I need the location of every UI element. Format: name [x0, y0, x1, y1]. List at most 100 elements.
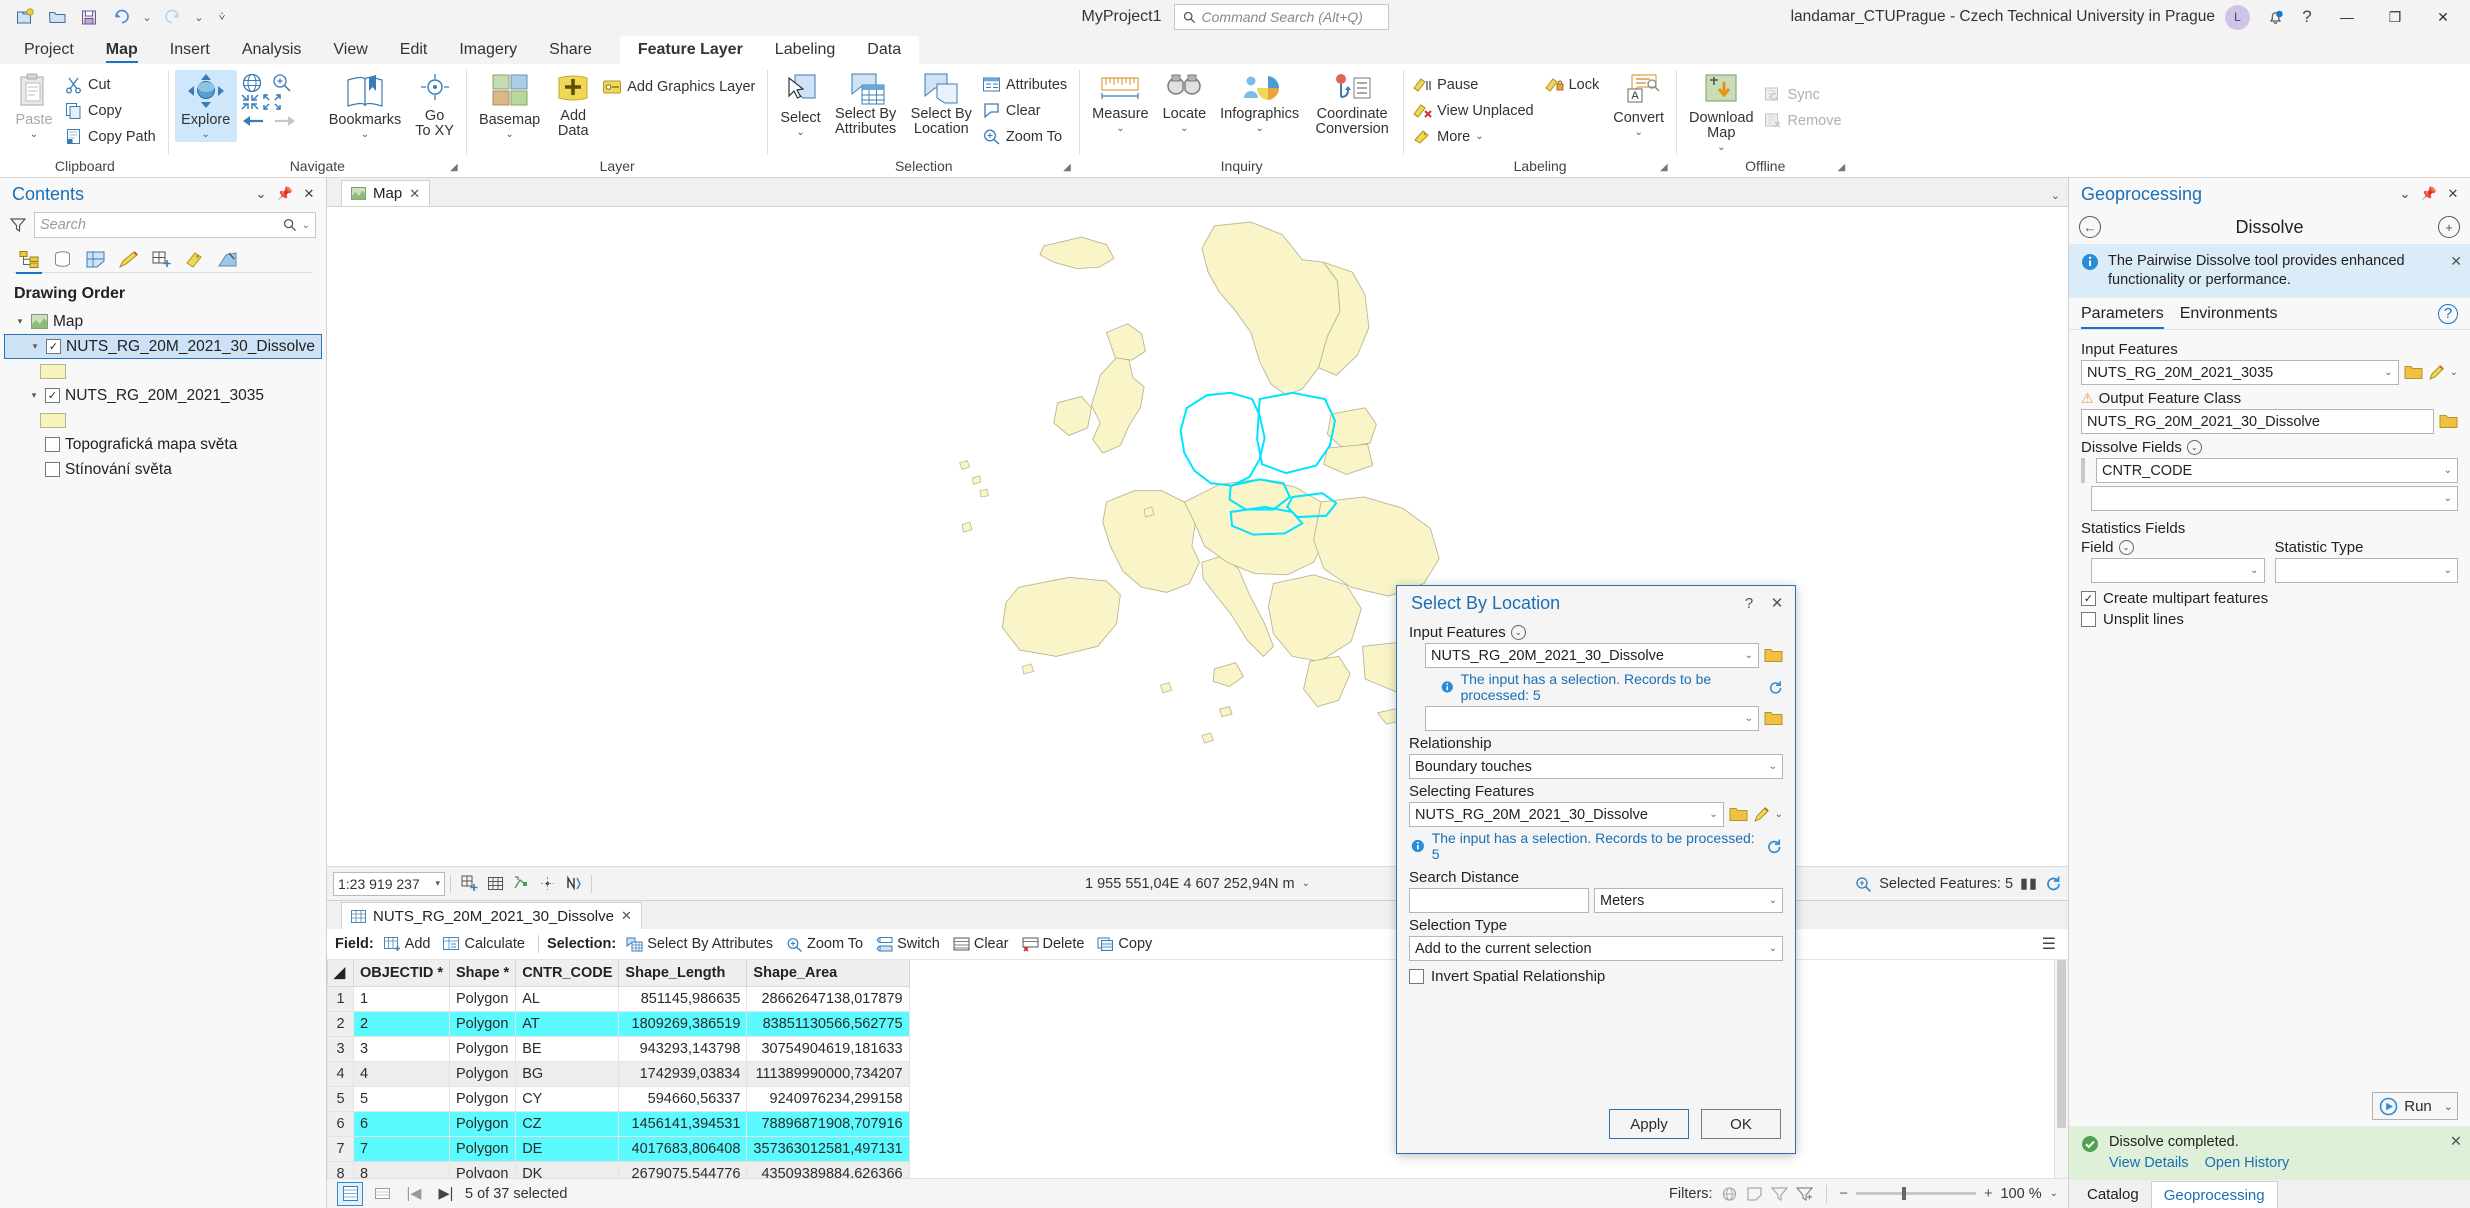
save-project-icon[interactable] — [76, 5, 102, 29]
convert-labels-button[interactable]: A Convert ⌄ — [1607, 70, 1670, 140]
cell-objectid[interactable]: 4 — [353, 1060, 450, 1087]
zoom-out-button[interactable]: − — [1840, 1186, 1848, 1202]
list-by-editing-icon[interactable] — [113, 245, 143, 273]
expander-icon[interactable]: ▾ — [29, 341, 41, 352]
geoprocessing-pin-icon[interactable]: 📌 — [2418, 183, 2440, 205]
calculate-field-button[interactable]: Calculate — [438, 934, 529, 954]
attribute-table-tab[interactable]: NUTS_RG_20M_2021_30_Dissolve ✕ — [341, 902, 642, 929]
expander-icon[interactable]: ▾ — [28, 390, 40, 401]
list-by-charts-icon[interactable] — [212, 245, 242, 273]
cell-cntr-code[interactable]: DE — [515, 1135, 620, 1162]
unsplit-lines-row[interactable]: Unsplit lines — [2081, 611, 2458, 628]
layer-visibility-checkbox[interactable] — [45, 462, 60, 477]
offline-dialog-launcher[interactable]: ◢ — [1838, 162, 1850, 174]
row-number[interactable]: 4 — [327, 1060, 354, 1087]
run-button[interactable]: Run ⌄ — [2372, 1092, 2458, 1120]
cell-shape-area[interactable]: 83851130566,562775 — [746, 1010, 910, 1037]
switch-selection-button[interactable]: Switch — [871, 934, 945, 954]
next-extent-icon[interactable] — [273, 112, 297, 130]
bookmarks-button[interactable]: Bookmarks ⌄ — [323, 70, 408, 142]
bookmarks-dropdown-caret[interactable]: ⌄ — [361, 129, 369, 140]
layer-symbol-swatch[interactable] — [40, 363, 66, 379]
filter-selection-icon[interactable] — [1746, 1186, 1763, 1202]
create-multipart-checkbox[interactable]: ✓ — [2081, 591, 2096, 606]
cell-objectid[interactable]: 7 — [353, 1135, 450, 1162]
browse-folder-icon[interactable] — [1729, 806, 1748, 823]
select-by-location-button[interactable]: Select By Location — [905, 70, 978, 139]
chevron-down-icon[interactable]: ⌄ — [1510, 625, 1526, 640]
bottom-tab-catalog[interactable]: Catalog — [2075, 1181, 2151, 1208]
cell-shape[interactable]: Polygon — [448, 1035, 517, 1062]
undo-dropdown-caret[interactable]: ⌄ — [140, 11, 154, 24]
previous-extent-icon[interactable] — [241, 112, 265, 130]
copy-path-button[interactable]: Copy Path — [62, 124, 162, 149]
cell-objectid[interactable]: 6 — [353, 1110, 450, 1137]
toc-item-nuts-3035[interactable]: ▾ ✓ NUTS_RG_20M_2021_3035 — [4, 383, 326, 408]
snapping-icon[interactable] — [508, 872, 534, 896]
labeling-dialog-launcher[interactable]: ◢ — [1660, 162, 1672, 174]
add-graphics-layer-button[interactable]: Add Graphics Layer — [600, 74, 761, 99]
column-header-shape[interactable]: Shape * — [448, 960, 517, 987]
cell-cntr-code[interactable]: DK — [515, 1160, 620, 1178]
cell-objectid[interactable]: 5 — [353, 1085, 450, 1112]
toc-item-nuts-dissolve[interactable]: ▾ ✓ NUTS_RG_20M_2021_30_Dissolve — [4, 334, 322, 359]
dialog-units-combobox[interactable]: Meters ⌄ — [1594, 888, 1783, 913]
more-labeling-dropdown-caret[interactable]: ⌄ — [1475, 131, 1483, 142]
basemap-dropdown-caret[interactable]: ⌄ — [505, 129, 513, 140]
previous-record-button[interactable]: |◀ — [401, 1182, 427, 1206]
pause-labeling-button[interactable]: Pause — [1410, 72, 1539, 97]
table-row[interactable]: 7 7 Polygon DE 4017683,806408 357363012581,49… — [327, 1135, 910, 1162]
cell-objectid[interactable]: 2 — [353, 1010, 450, 1037]
chevron-down-icon[interactable]: ⌄ — [2444, 565, 2452, 576]
table-options-icon[interactable]: ☰ — [2042, 934, 2060, 954]
close-result-message-icon[interactable]: ✕ — [2450, 1133, 2462, 1152]
map-scale-input[interactable]: 1:23 919 237 ▾ — [333, 871, 445, 896]
cell-shape[interactable]: Polygon — [448, 985, 517, 1012]
ribbon-tab-imagery[interactable]: Imagery — [443, 36, 533, 64]
table-view-button[interactable] — [337, 1181, 363, 1206]
select-button[interactable]: Select ⌄ — [774, 70, 826, 140]
cell-shape-area[interactable]: 357363012581,497131 — [746, 1135, 910, 1162]
view-unplaced-button[interactable]: View Unplaced — [1410, 98, 1539, 123]
download-map-button[interactable]: Download Map ⌄ — [1683, 70, 1760, 155]
bottom-tab-geoprocessing[interactable]: Geoprocessing — [2150, 1181, 2278, 1208]
tab-parameters[interactable]: Parameters — [2081, 298, 2164, 329]
ribbon-tab-feature-layer[interactable]: Feature Layer — [622, 36, 759, 64]
input-features-extra-caret[interactable]: ⌄ — [2450, 367, 2458, 378]
zoom-slider[interactable] — [1856, 1187, 1977, 1200]
view-details-link[interactable]: View Details — [2109, 1155, 2189, 1171]
ribbon-tab-data[interactable]: Data — [851, 36, 917, 64]
map-canvas[interactable] — [327, 207, 2068, 866]
chevron-down-icon[interactable]: ⌄ — [2384, 367, 2392, 378]
locate-button[interactable]: Locate ⌄ — [1157, 70, 1213, 136]
unsplit-lines-checkbox[interactable] — [2081, 612, 2096, 627]
contents-search-dropdown-caret[interactable]: ⌄ — [302, 220, 310, 231]
more-labeling-button[interactable]: More ⌄ — [1410, 124, 1539, 149]
cell-shape-length[interactable]: 1742939,03834 — [618, 1060, 748, 1087]
map-view-tab-close-icon[interactable]: ✕ — [409, 186, 420, 202]
cut-button[interactable]: Cut — [62, 72, 162, 97]
ribbon-tab-map[interactable]: Map — [90, 36, 154, 64]
restore-button[interactable]: ❐ — [2372, 0, 2418, 34]
zoom-in-button[interactable]: + — [1984, 1186, 1992, 1202]
filter-map-extent-icon[interactable] — [1721, 1186, 1738, 1202]
chevron-down-icon[interactable]: ⌄ — [1769, 895, 1777, 906]
browse-folder-icon[interactable] — [1764, 647, 1783, 664]
ribbon-tab-view[interactable]: View — [317, 36, 383, 64]
table-row[interactable]: 8 8 Polygon DK 2679075,544776 43509389884,626… — [327, 1160, 910, 1178]
grid-icon[interactable] — [482, 872, 508, 896]
chevron-down-icon[interactable]: ⌄ — [1769, 761, 1777, 772]
download-map-dropdown-caret[interactable]: ⌄ — [1717, 142, 1725, 153]
chevron-down-icon[interactable]: ⌄ — [2118, 540, 2134, 555]
geoprocessing-close-icon[interactable]: ✕ — [2442, 183, 2464, 205]
list-by-drawing-order-icon[interactable] — [14, 245, 44, 274]
browse-folder-icon[interactable] — [2439, 413, 2458, 430]
refresh-icon[interactable] — [1766, 838, 1783, 855]
measure-dropdown-caret[interactable]: ⌄ — [1116, 123, 1124, 134]
ribbon-tab-share[interactable]: Share — [533, 36, 608, 64]
cell-shape-area[interactable]: 78896871908,707916 — [746, 1110, 910, 1137]
dialog-input-features-combobox[interactable]: NUTS_RG_20M_2021_30_Dissolve ⌄ — [1425, 643, 1759, 668]
ok-button[interactable]: OK — [1701, 1109, 1781, 1139]
cell-shape-length[interactable]: 1809269,386519 — [618, 1010, 748, 1037]
dialog-search-distance-input[interactable] — [1409, 888, 1589, 913]
